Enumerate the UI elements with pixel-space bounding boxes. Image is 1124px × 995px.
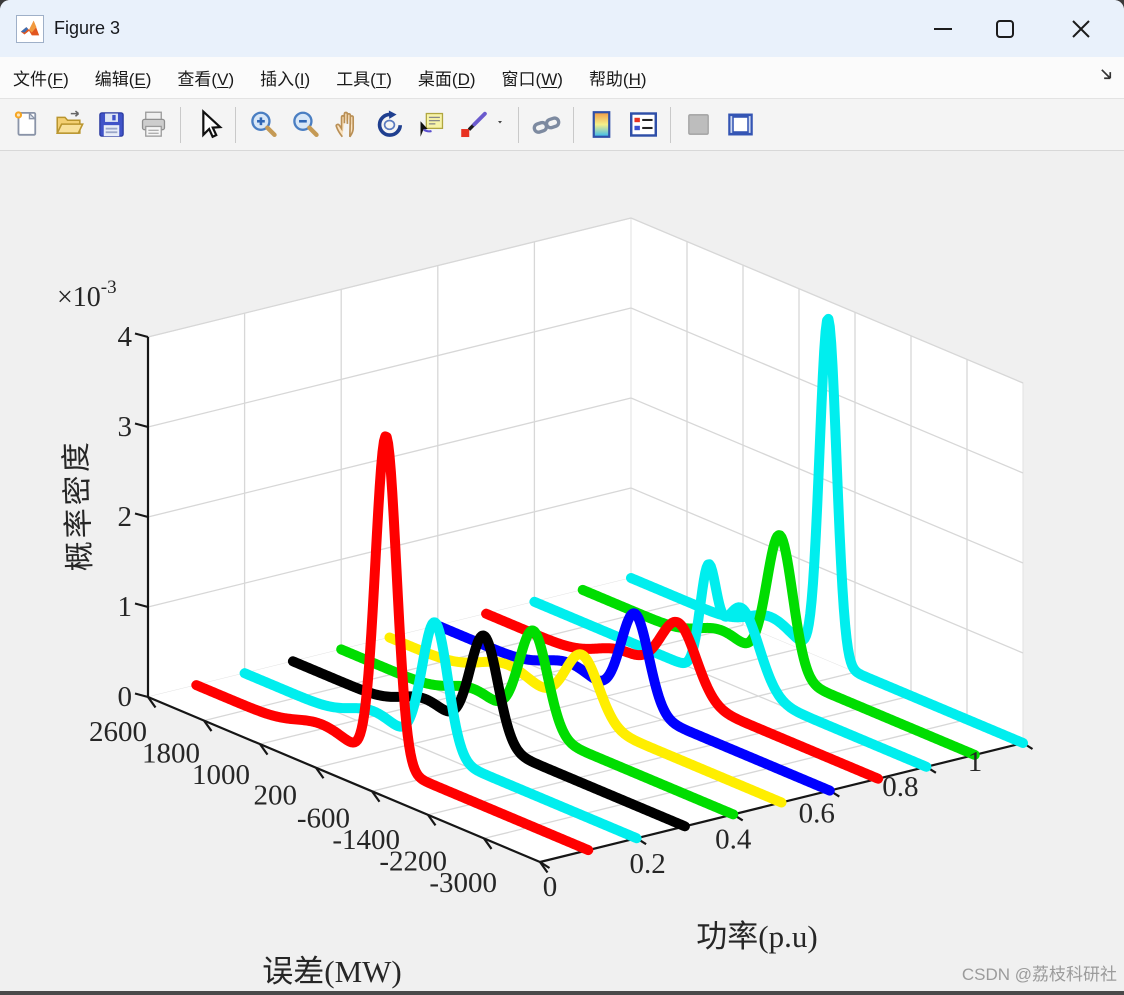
insert-axes-disabled-icon xyxy=(687,114,709,135)
z-tick-label: 1 xyxy=(118,591,133,623)
x-tick-label: 1000 xyxy=(192,759,250,791)
pan-icon xyxy=(334,111,354,138)
menu-item-window[interactable]: 窗口(W) xyxy=(489,61,576,94)
z-tick-label: 3 xyxy=(118,411,133,443)
insert-legend-icon xyxy=(629,112,657,137)
toolbar-pan-button[interactable] xyxy=(326,104,368,146)
zoom-in-icon xyxy=(250,111,277,138)
open-file-icon xyxy=(55,110,84,134)
toolbar-separator xyxy=(670,106,671,143)
toolbar-brush-dropdown-button[interactable] xyxy=(494,104,512,146)
save-figure-icon xyxy=(98,112,124,137)
toolbar-brush-button[interactable] xyxy=(452,104,494,146)
toolbar-separator xyxy=(235,106,236,143)
x-tick-label: 2600 xyxy=(89,716,147,748)
window-title: Figure 3 xyxy=(54,18,121,38)
figure-window: Figure 3 文件(F) 编辑(E) 查看(V) 插入(I) 工具(T) 桌面(D) 窗… xyxy=(0,0,1124,995)
toolbar-insert-legend-button[interactable] xyxy=(622,104,664,146)
y-tick-label: 0.8 xyxy=(882,771,918,803)
matlab-logo-icon xyxy=(16,14,44,43)
menu-overflow-arrow-icon[interactable] xyxy=(1099,67,1114,87)
link-plot-icon xyxy=(532,116,560,134)
menu-item-desktop[interactable]: 桌面(D) xyxy=(405,61,489,94)
title-bar: Figure 3 xyxy=(0,0,1124,57)
toolbar-link-plot-button[interactable] xyxy=(525,104,567,146)
z-tick-label: 0 xyxy=(118,681,133,713)
menu-item-view[interactable]: 查看(V) xyxy=(164,61,247,94)
toolbar-print-figure-button[interactable] xyxy=(132,104,174,146)
menu-item-file[interactable]: 文件(F) xyxy=(0,61,82,94)
toolbar-data-cursor-button[interactable] xyxy=(410,104,452,146)
toolbar-insert-colorbar-button[interactable] xyxy=(580,104,622,146)
close-button[interactable] xyxy=(1050,0,1112,57)
zoom-out-icon xyxy=(292,111,319,138)
data-cursor-icon xyxy=(420,112,443,137)
toolbar-cursor-button[interactable] xyxy=(187,104,229,146)
menu-bar: 文件(F) 编辑(E) 查看(V) 插入(I) 工具(T) 桌面(D) 窗口(W) 帮助(H) xyxy=(0,57,1124,99)
z-tick-label: 2 xyxy=(118,501,133,533)
print-figure-icon xyxy=(141,111,165,137)
z-axis-label: 概率密度 xyxy=(60,439,98,572)
toolbar-open-file-button[interactable] xyxy=(48,104,90,146)
toolbar-insert-axes-disabled-button xyxy=(677,104,719,146)
toolbar-dock-figure-button[interactable] xyxy=(719,104,761,146)
y-tick-label: 0.2 xyxy=(629,848,665,880)
minimize-button[interactable] xyxy=(912,0,974,57)
y-tick-label: 1 xyxy=(968,746,983,778)
figure-canvas-area: 0 1 2 3 4 2600 1800 1000 200 -600 -1400 -2200 -3000 0… xyxy=(0,151,1124,991)
plot-3d-waterfall[interactable]: 01234260018001000200-600-1400-2200-3000 0… xyxy=(0,151,1124,991)
y-tick-label: 0 xyxy=(543,871,558,903)
maximize-button[interactable] xyxy=(974,0,1036,57)
y-tick-label: 0.6 xyxy=(799,798,835,830)
toolbar-save-figure-button[interactable] xyxy=(90,104,132,146)
toolbar xyxy=(0,99,1124,151)
z-tick-label: 4 xyxy=(118,321,133,353)
cursor-icon xyxy=(201,109,223,139)
toolbar-new-figure-button[interactable] xyxy=(6,104,48,146)
brush-dropdown-icon xyxy=(498,120,502,123)
toolbar-separator xyxy=(573,106,574,143)
y-tick-label: 0.4 xyxy=(715,823,752,855)
menu-item-insert[interactable]: 插入(I) xyxy=(247,61,323,94)
x-tick-label: -3000 xyxy=(429,867,497,899)
toolbar-separator xyxy=(180,106,181,143)
toolbar-rotate-3d-button[interactable] xyxy=(368,104,410,146)
dock-figure-icon xyxy=(727,113,753,136)
y-axis-label: 功率(p.u) xyxy=(696,919,817,954)
toolbar-separator xyxy=(518,106,519,143)
z-axis-multiplier: ×10-3 xyxy=(57,277,117,313)
rotate-3d-icon xyxy=(377,110,402,137)
toolbar-zoom-in-button[interactable] xyxy=(242,104,284,146)
menu-item-help[interactable]: 帮助(H) xyxy=(576,61,660,94)
x-tick-label: 200 xyxy=(254,780,298,812)
menu-item-edit[interactable]: 编辑(E) xyxy=(82,61,165,94)
insert-colorbar-icon xyxy=(592,111,610,138)
window-bottom-edge xyxy=(0,991,1124,995)
menu-item-tools[interactable]: 工具(T) xyxy=(323,61,405,94)
watermark: CSDN @荔枝科研社 xyxy=(961,965,1117,984)
brush-icon xyxy=(460,111,487,138)
x-axis-label: 误差(MW) xyxy=(262,954,401,989)
new-figure-icon xyxy=(14,111,36,136)
toolbar-zoom-out-button[interactable] xyxy=(284,104,326,146)
